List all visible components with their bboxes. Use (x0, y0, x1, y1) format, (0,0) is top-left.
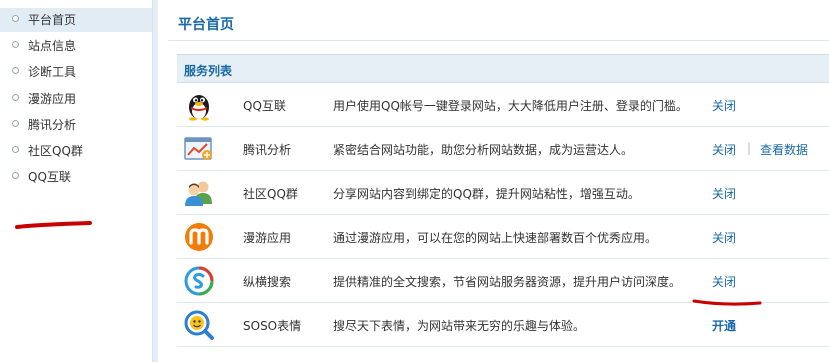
sidebar-item-label: 腾讯分析 (28, 118, 77, 132)
service-row-tencent-analytics: 腾讯分析 紧密结合网站功能，助您分析网站数据，成为运营达人。 关闭 | 查看数据 (177, 128, 829, 171)
sidebar-item-label: 诊断工具 (28, 65, 77, 79)
page-title: 平台首页 (178, 17, 234, 33)
service-description: 分享网站内容到绑定的QQ群，提升网站粘性，增强互动。 (333, 187, 640, 201)
manyou-m-icon (185, 223, 213, 251)
analytics-chart-icon (184, 137, 212, 160)
disable-button[interactable]: 关闭 (712, 229, 736, 246)
enable-button[interactable]: 开通 (712, 317, 736, 334)
service-row-soso-emoticon: SOSO表情 搜尽天下表情，为网站带来无穷的乐趣与体验。 开通 (177, 304, 829, 347)
service-name: 腾讯分析 (243, 143, 292, 157)
service-name: 纵横搜索 (243, 275, 292, 289)
users-group-icon (185, 181, 212, 206)
sidebar-item-home[interactable]: 平台首页 (0, 8, 152, 32)
soso-emoticon-icon (184, 310, 214, 340)
title-divider (168, 40, 829, 41)
bullet-icon (12, 146, 19, 153)
service-name: QQ互联 (243, 99, 286, 113)
sidebar-item-label: QQ互联 (28, 170, 71, 184)
sidebar-item-label: 站点信息 (28, 39, 77, 53)
service-row-qq-group: 社区QQ群 分享网站内容到绑定的QQ群，提升网站粘性，增强互动。 关闭 (177, 172, 829, 215)
panel-title: 服务列表 (184, 64, 233, 78)
service-row-search: 纵横搜索 提供精准的全文搜索，节省网站服务器资源，提升用户访问深度。 关闭 (177, 260, 829, 306)
disable-button[interactable]: 关闭 (712, 273, 736, 290)
sidebar-item-diagnostics[interactable]: 诊断工具 (0, 60, 152, 84)
sidebar-item-manyou[interactable]: 漫游应用 (0, 87, 152, 111)
service-description: 通过漫游应用，可以在您的网站上快速部署数百个优秀应用。 (333, 231, 658, 245)
service-name: 社区QQ群 (243, 187, 298, 201)
disable-button[interactable]: 关闭 (712, 185, 736, 202)
service-description: 用户使用QQ帐号一键登录网站，大大降低用户注册、登录的门槛。 (333, 99, 688, 113)
sidebar-item-qq-connect[interactable]: QQ互联 (0, 165, 152, 189)
sidebar-item-label: 平台首页 (28, 13, 77, 27)
disable-button[interactable]: 关闭 (712, 97, 736, 114)
bullet-icon (12, 120, 19, 127)
service-name: 漫游应用 (243, 231, 292, 245)
service-description: 紧密结合网站功能，助您分析网站数据，成为运营达人。 (333, 143, 634, 157)
view-data-link[interactable]: 查看数据 (760, 141, 808, 158)
sidebar-divider (152, 0, 158, 362)
bullet-icon (12, 67, 19, 74)
sidebar-item-site-info[interactable]: 站点信息 (0, 34, 152, 58)
panel-header: 服务列表 (177, 54, 829, 83)
disable-button[interactable]: 关闭 (712, 141, 736, 158)
bullet-icon (12, 41, 19, 48)
annotation-underline-mark (15, 221, 92, 229)
soso-search-icon (184, 266, 214, 296)
bullet-icon (12, 15, 19, 22)
sidebar-item-label: 漫游应用 (28, 92, 77, 106)
sidebar-item-qq-group[interactable]: 社区QQ群 (0, 139, 152, 163)
sidebar-item-tencent-analytics[interactable]: 腾讯分析 (0, 113, 152, 137)
service-row-qq-connect: QQ互联 用户使用QQ帐号一键登录网站，大大降低用户注册、登录的门槛。 关闭 (177, 84, 829, 127)
service-name: SOSO表情 (243, 319, 302, 333)
service-description: 搜尽天下表情，为网站带来无穷的乐趣与体验。 (333, 319, 586, 333)
qq-penguin-icon (189, 95, 209, 121)
bullet-icon (12, 94, 19, 101)
sidebar: 平台首页 站点信息 诊断工具 漫游应用 腾讯分析 社区QQ群 QQ互联 (0, 0, 152, 362)
action-separator: | (747, 141, 752, 155)
sidebar-item-label: 社区QQ群 (28, 144, 83, 158)
service-row-manyou: 漫游应用 通过漫游应用，可以在您的网站上快速部署数百个优秀应用。 关闭 (177, 216, 829, 259)
bullet-icon (12, 172, 19, 179)
service-description: 提供精准的全文搜索，节省网站服务器资源，提升用户访问深度。 (333, 275, 682, 289)
service-list-panel: 服务列表 QQ互联 用户使用QQ帐号一键登录网站，大大降低用户注册、登录的门槛。… (177, 54, 829, 362)
